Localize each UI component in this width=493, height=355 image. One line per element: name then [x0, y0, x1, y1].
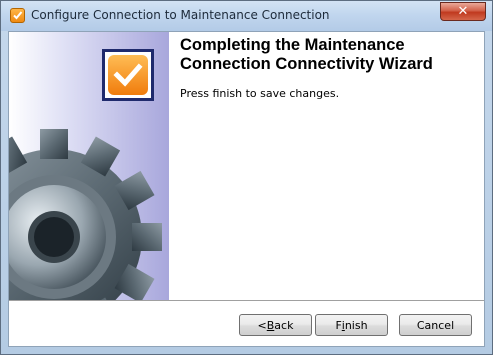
heading-line-2: Connection Connectivity Wizard	[180, 55, 433, 73]
finish-rest: nish	[344, 318, 368, 332]
close-button[interactable]: ✕	[440, 2, 486, 21]
finish-button[interactable]: Fi nish	[315, 314, 388, 336]
wizard-side-banner	[9, 32, 169, 300]
heading-line-1: Completing the Maintenance	[180, 36, 405, 54]
wizard-content: Completing the Maintenance Connection Co…	[8, 31, 485, 347]
window-title: Configure Connection to Maintenance Conn…	[31, 8, 330, 22]
back-hotkey: B	[266, 318, 275, 332]
wizard-window: Configure Connection to Maintenance Conn…	[0, 0, 493, 355]
title-bar[interactable]: Configure Connection to Maintenance Conn…	[1, 1, 492, 31]
back-rest: ack	[274, 318, 294, 332]
wizard-heading: Completing the Maintenance Connection Co…	[180, 36, 480, 74]
wizard-message: Press finish to save changes.	[180, 87, 340, 100]
back-prefix: <	[257, 318, 267, 332]
app-check-icon	[10, 8, 25, 23]
wizard-badge	[102, 49, 154, 101]
badge-check-icon	[108, 55, 148, 95]
cancel-button[interactable]: Cancel	[399, 314, 472, 336]
button-divider	[9, 300, 484, 301]
back-button[interactable]: < Back	[239, 314, 312, 336]
